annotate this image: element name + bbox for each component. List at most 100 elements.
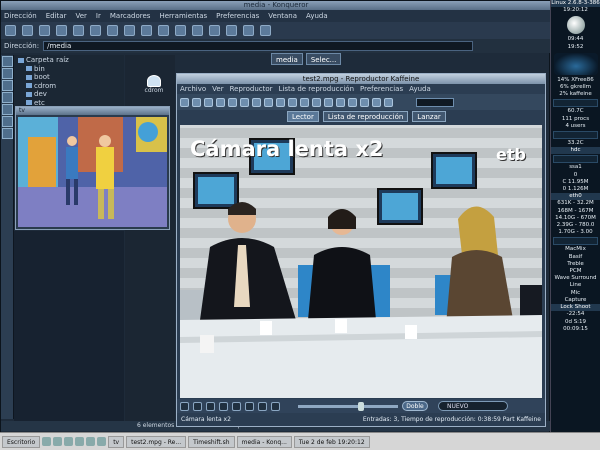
cdrom-item[interactable]: cdrom [139,75,169,94]
taskbar-clock[interactable]: Tue 2 de feb 19:20:12 [293,435,370,448]
menu-marcadores[interactable]: Marcadores [110,10,151,22]
media-icon[interactable] [2,128,13,139]
up-icon[interactable] [39,25,50,36]
dvb-icon[interactable] [312,97,321,107]
speed-button[interactable]: Doble [402,401,428,411]
gk-lock[interactable]: Lock Shoot [551,304,600,312]
home-icon[interactable] [56,25,67,36]
tools-icon[interactable] [324,97,333,107]
gk-cpu-2: 2% kaffeine [559,91,592,98]
rewind-button[interactable] [245,401,254,411]
gk-mix-0: MacMix [565,246,586,253]
home-folder-icon[interactable] [2,80,13,91]
down-icon[interactable] [372,97,381,107]
folder-icon [26,100,32,105]
mode-field[interactable]: NUEVO [438,401,508,411]
tree-view-icon[interactable] [260,25,271,36]
app-icon[interactable] [75,437,85,446]
back-icon[interactable] [5,25,16,36]
paste-icon[interactable] [141,25,152,36]
seek-handle[interactable] [358,401,364,411]
tree-item[interactable]: boot [18,73,120,82]
forward-icon[interactable] [22,25,33,36]
zoom-out-icon[interactable] [360,97,369,107]
menu-ver[interactable]: Ver [75,10,86,22]
tree-root[interactable]: Carpeta raíz [18,56,120,65]
volume-button[interactable] [271,401,280,411]
menu-reproductor[interactable]: Reproductor [230,84,273,94]
list-view-icon[interactable] [226,25,237,36]
menu-preferencias[interactable]: Preferencias [360,84,403,94]
channel-combo[interactable] [416,97,454,107]
menu-ayuda[interactable]: Ayuda [409,84,431,94]
app-icon[interactable] [97,437,107,446]
prev-button[interactable] [219,401,228,411]
play-button[interactable] [180,401,189,411]
task-tv[interactable]: tv [108,435,125,448]
services-icon[interactable] [2,116,13,127]
settings-icon[interactable] [300,97,309,107]
detail-view-icon[interactable] [243,25,254,36]
menu-archivo[interactable]: Archivo [180,84,206,94]
next-icon[interactable] [276,97,285,107]
search-icon[interactable] [336,97,345,107]
seek-slider[interactable] [298,401,398,411]
bookmarks-icon[interactable] [2,56,13,67]
tab-media[interactable]: media [271,53,303,65]
task-konqueror[interactable]: media - Konq... [236,435,292,448]
tree-item[interactable]: bin [18,65,120,74]
network-icon[interactable] [2,92,13,103]
app-icon[interactable] [53,437,63,446]
start-button[interactable]: Escritorio [2,435,41,448]
play-icon[interactable] [216,97,225,107]
app-icon[interactable] [86,437,96,446]
fullscreen-icon[interactable] [204,97,213,107]
menu-direccion[interactable]: Dirección [4,10,37,22]
folder-tree: Carpeta raíz bin boot cdrom dev etc [14,55,124,110]
stop-button[interactable] [206,401,215,411]
stop-icon[interactable] [90,25,101,36]
address-input[interactable]: /media [43,41,474,51]
tab-selec[interactable]: Selec... [305,53,342,65]
zoom-out-icon[interactable] [192,25,203,36]
tree-item[interactable]: cdrom [18,82,120,91]
record-icon[interactable] [252,97,261,107]
pause-button[interactable] [193,401,202,411]
history-icon[interactable] [2,68,13,79]
app-icon[interactable] [42,437,52,446]
menu-preferencias[interactable]: Preferencias [216,10,259,22]
menu-ayuda[interactable]: Ayuda [306,10,328,22]
app-icon[interactable] [64,437,74,446]
up-icon[interactable] [384,97,393,107]
next-button[interactable] [232,401,241,411]
zoom-icon[interactable] [288,97,297,107]
root-folder-icon[interactable] [2,104,13,115]
reload-icon[interactable] [73,25,84,36]
tab-lanzar[interactable]: Lanzar [412,111,446,122]
tab-lista[interactable]: Lista de reproducción [322,111,409,122]
open-icon[interactable] [180,97,189,107]
zoom-in-icon[interactable] [175,25,186,36]
prev-icon[interactable] [264,97,273,107]
icon-view-icon[interactable] [209,25,220,36]
pause-icon[interactable] [228,97,237,107]
gkrellm-monitor: Linux 2.6.8-3-386 19:20:12 09:44 19:52 1… [550,0,600,432]
copy-icon[interactable] [124,25,135,36]
menu-editar[interactable]: Editar [46,10,67,22]
print-icon[interactable] [158,25,169,36]
kaffeine-menubar: Archivo Ver Reproductor Lista de reprodu… [177,84,545,94]
task-kaffeine[interactable]: test2.mpg - Re... [126,435,187,448]
menu-ver[interactable]: Ver [212,84,223,94]
menu-herramientas[interactable]: Herramientas [159,10,207,22]
menu-lista[interactable]: Lista de reproducción [279,84,354,94]
zoom-in-icon[interactable] [348,97,357,107]
menu-ventana[interactable]: Ventana [268,10,297,22]
menu-ir[interactable]: Ir [96,10,101,22]
tab-lector[interactable]: Lector [287,111,319,122]
cut-icon[interactable] [107,25,118,36]
save-icon[interactable] [192,97,201,107]
stop-icon[interactable] [240,97,249,107]
task-timeshift[interactable]: Timeshift.sh [188,435,235,448]
tree-item[interactable]: dev [18,90,120,99]
forward-button[interactable] [258,401,267,411]
